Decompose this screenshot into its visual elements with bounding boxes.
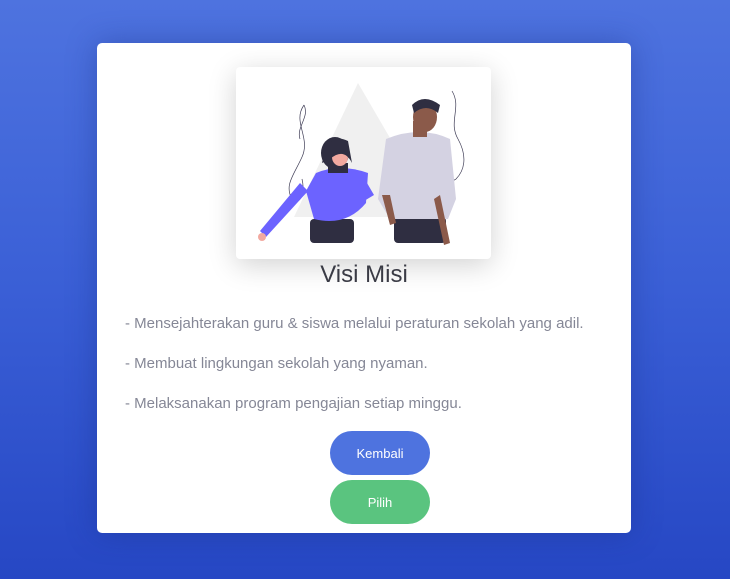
vision-mission-card: Visi Misi - Mensejahterakan guru & siswa…	[97, 43, 631, 533]
mission-item: - Melaksanakan program pengajian setiap …	[125, 395, 462, 412]
back-button[interactable]: Kembali	[330, 431, 430, 475]
mission-list: - Mensejahterakan guru & siswa melalui p…	[125, 313, 625, 433]
mission-item: - Mensejahterakan guru & siswa melalui p…	[125, 315, 584, 332]
people-illustration	[236, 67, 491, 259]
page-title: Visi Misi	[320, 261, 408, 288]
choose-button[interactable]: Pilih	[330, 480, 430, 524]
mission-item: - Membuat lingkungan sekolah yang nyaman…	[125, 355, 428, 372]
people-illustration-icon	[258, 83, 465, 245]
